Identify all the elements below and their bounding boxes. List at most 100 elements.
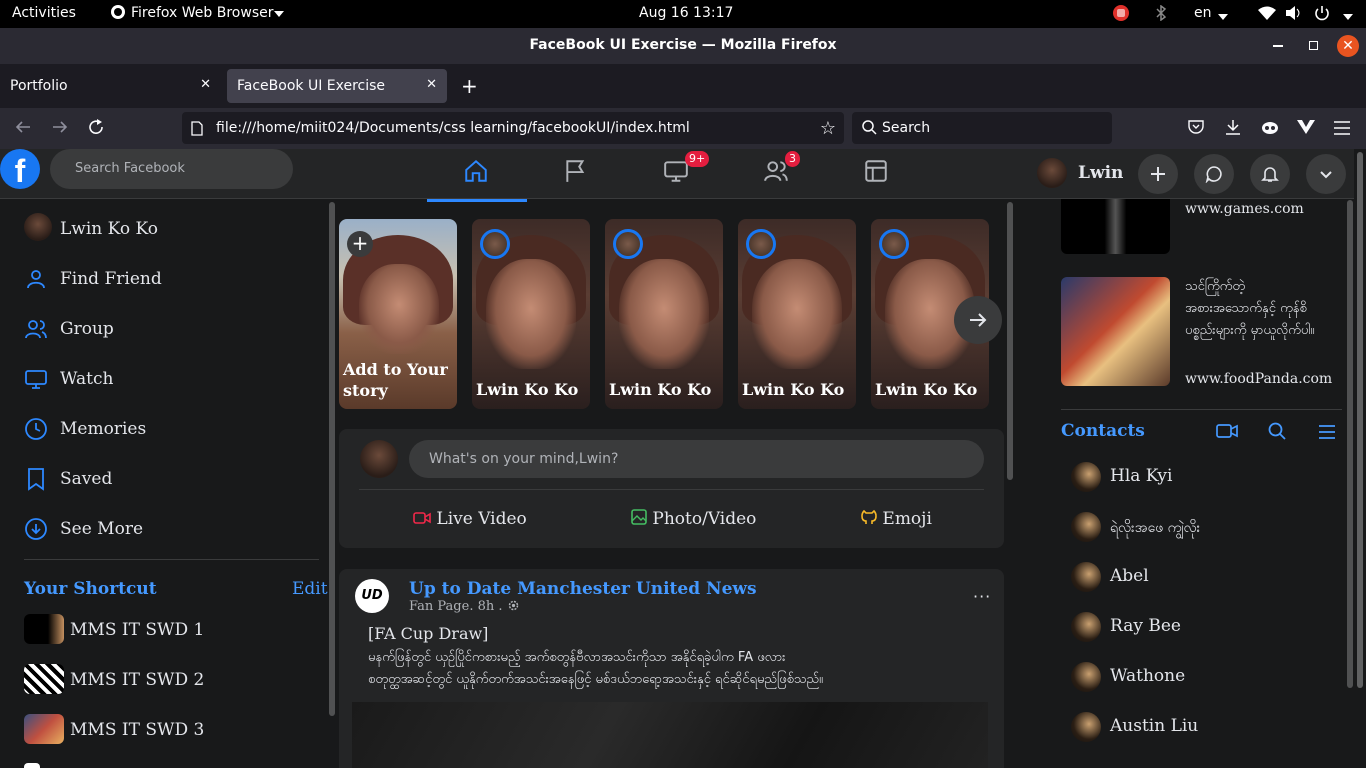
volume-icon[interactable]	[1286, 6, 1302, 24]
facebook-logo[interactable]: f	[0, 149, 40, 189]
sponsored-image-food[interactable]	[1061, 277, 1170, 386]
right-scrollbar[interactable]	[1347, 200, 1353, 688]
tab-portfolio[interactable]: Portfolio ✕	[0, 69, 225, 103]
browser-nav-bar: file:///home/miit024/Documents/css learn…	[0, 108, 1366, 149]
tab-label: FaceBook UI Exercise	[237, 78, 386, 94]
nav-friends[interactable]: 3	[727, 151, 827, 195]
new-tab-icon[interactable]: +	[461, 74, 478, 98]
page-scrollbar[interactable]	[1357, 152, 1363, 688]
close-window-icon[interactable]: ✕	[1337, 35, 1359, 57]
contact-name: Austin Liu	[1110, 716, 1199, 736]
back-icon[interactable]	[14, 118, 32, 140]
user-name[interactable]: Lwin	[1078, 163, 1123, 183]
language-indicator[interactable]: en	[1194, 5, 1212, 21]
create-button[interactable]	[1138, 154, 1178, 194]
sidebar-profile[interactable]: Lwin Ko Ko	[24, 209, 324, 249]
post-page-name[interactable]: Up to Date Manchester United News	[409, 579, 757, 599]
contacts-search-icon[interactable]	[1268, 422, 1286, 444]
add-story-plus-icon[interactable]: +	[347, 231, 373, 257]
url-text: file:///home/miit024/Documents/css learn…	[216, 120, 690, 136]
photo-video-label: Photo/Video	[652, 509, 757, 529]
clock[interactable]: Aug 16 13:17	[639, 5, 733, 21]
post-image[interactable]	[352, 702, 988, 768]
right-divider	[1061, 409, 1342, 410]
close-tab-icon[interactable]: ✕	[426, 77, 437, 92]
contact-avatar	[1071, 712, 1101, 742]
sidebar-item-see-more[interactable]: See More	[24, 509, 324, 549]
nav-pages[interactable]	[527, 155, 627, 195]
power-icon[interactable]	[1314, 5, 1330, 25]
feed-scrollbar[interactable]	[1007, 202, 1013, 480]
nav-watch[interactable]: 9+	[627, 151, 727, 195]
sidebar-item-label: Memories	[60, 419, 147, 439]
contacts-heading: Contacts	[1061, 421, 1145, 441]
hamburger-menu-icon[interactable]	[1334, 120, 1350, 139]
sidebar-item-saved[interactable]: Saved	[24, 459, 324, 499]
bookmark-star-icon[interactable]: ☆	[820, 118, 836, 139]
story-card[interactable]: Lwin Ko Ko	[605, 219, 723, 409]
shortcut-edit-link[interactable]: Edit	[292, 579, 328, 599]
user-avatar[interactable]	[1037, 158, 1067, 188]
emoji-button[interactable]: Emoji	[861, 509, 932, 529]
bluetooth-icon[interactable]	[1155, 4, 1167, 25]
sidebar-item-find-friend[interactable]: Find Friend	[24, 259, 324, 299]
contact-item[interactable]: Austin Liu	[1071, 710, 1341, 746]
image-icon	[631, 509, 647, 525]
sidebar-item-memories[interactable]: Memories	[24, 409, 324, 449]
browser-search-input[interactable]: Search	[852, 112, 1112, 144]
contact-item[interactable]: Wathone	[1071, 660, 1341, 696]
messenger-button[interactable]	[1194, 154, 1234, 194]
sidebar-item-watch[interactable]: Watch	[24, 359, 324, 399]
page-logo-icon[interactable]: UD	[355, 579, 389, 613]
downloads-icon[interactable]	[1225, 119, 1241, 139]
tab-facebook-ui[interactable]: FaceBook UI Exercise ✕	[227, 69, 447, 103]
add-story-card[interactable]: + Add to Your story	[339, 219, 457, 409]
post-options-icon[interactable]: ···	[973, 587, 991, 606]
sponsored-link[interactable]: www.games.com	[1185, 201, 1304, 217]
close-tab-icon[interactable]: ✕	[200, 77, 211, 92]
contacts-menu-icon[interactable]	[1319, 424, 1335, 443]
story-avatar	[879, 229, 909, 259]
tab-bar: Portfolio ✕ FaceBook UI Exercise ✕ +	[0, 64, 1366, 108]
vue-devtools-icon[interactable]	[1297, 119, 1315, 139]
contact-avatar	[1071, 462, 1101, 492]
extension-icon[interactable]	[1261, 119, 1279, 139]
flag-icon	[566, 160, 585, 182]
left-scrollbar[interactable]	[329, 202, 335, 716]
pocket-icon[interactable]	[1188, 119, 1204, 139]
story-card[interactable]: Lwin Ko Ko	[738, 219, 856, 409]
account-menu-button[interactable]	[1306, 154, 1346, 194]
photo-video-button[interactable]: Photo/Video	[631, 509, 756, 529]
window-title-bar: FaceBook UI Exercise — Mozilla Firefox ✕	[0, 28, 1366, 64]
sponsored-link[interactable]: www.foodPanda.com	[1185, 371, 1332, 387]
app-menu[interactable]: Firefox Web Browser	[131, 5, 274, 21]
wifi-icon[interactable]	[1258, 6, 1276, 24]
contact-item[interactable]: Hla Kyi	[1071, 460, 1341, 496]
record-indicator-icon[interactable]	[1113, 5, 1129, 25]
nav-home[interactable]	[427, 155, 527, 202]
shortcut-item[interactable]: MMS IT SWD 3	[24, 710, 324, 750]
post-meta: Fan Page. 8h .	[409, 599, 520, 614]
stories-next-button[interactable]	[954, 296, 1002, 344]
contact-item[interactable]: Ray Bee	[1071, 610, 1341, 646]
activities-button[interactable]: Activities	[12, 5, 76, 21]
minimize-icon[interactable]	[1273, 45, 1283, 47]
shortcut-item[interactable]: MMS IT SWD 1	[24, 610, 324, 650]
url-bar[interactable]: file:///home/miit024/Documents/css learn…	[182, 112, 844, 144]
composer-input[interactable]: What's on your mind,Lwin?	[409, 440, 984, 478]
live-video-button[interactable]: Live Video	[413, 509, 527, 529]
facebook-search-input[interactable]: Search Facebook	[50, 149, 293, 189]
nav-marketplace[interactable]	[827, 155, 927, 195]
video-call-icon[interactable]	[1216, 423, 1238, 443]
sidebar-item-group[interactable]: Group	[24, 309, 324, 349]
maximize-icon[interactable]	[1309, 41, 1318, 50]
reload-icon[interactable]	[87, 118, 105, 140]
contact-item[interactable]: Abel	[1071, 560, 1341, 596]
contact-item[interactable]: ရဲလိုးအဖေ ကျွဲလိုး	[1071, 510, 1341, 546]
contact-name: Wathone	[1110, 666, 1186, 686]
notifications-button[interactable]	[1250, 154, 1290, 194]
story-card[interactable]: Lwin Ko Ko	[472, 219, 590, 409]
forward-icon[interactable]	[51, 118, 69, 140]
shortcut-item[interactable]: MMS IT SWD 2	[24, 660, 324, 700]
sponsored-image-games[interactable]	[1061, 199, 1170, 254]
